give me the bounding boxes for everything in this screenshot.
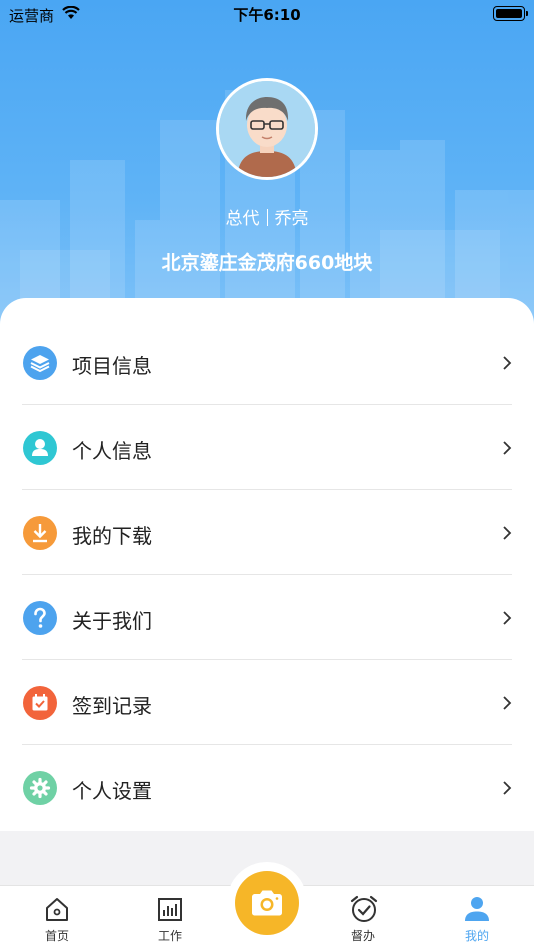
menu-item-project-info[interactable]: 项目信息 [0, 320, 534, 405]
menu-item-personal-info[interactable]: 个人信息 [0, 405, 534, 490]
menu-label: 签到记录 [72, 694, 152, 718]
tab-label: 督办 [350, 929, 375, 943]
menu-item-checkin-records[interactable]: 签到记录 [0, 660, 534, 745]
user-role: 总代 [225, 209, 260, 229]
tab-label: 首页 [44, 929, 69, 943]
menu-label: 关于我们 [72, 609, 152, 633]
layers-icon [23, 346, 57, 380]
status-bar: 运营商 下午6:10 [0, 0, 534, 28]
question-icon [23, 601, 57, 635]
chevron-right-icon [503, 611, 512, 625]
tab-label: 我的 [464, 929, 489, 943]
chevron-right-icon [503, 526, 512, 540]
menu-label: 个人信息 [72, 439, 152, 463]
person-icon [23, 431, 57, 465]
avatar-illustration [219, 81, 315, 177]
avatar[interactable] [216, 78, 318, 180]
menu-label: 项目信息 [72, 354, 152, 378]
clock: 下午6:10 [233, 6, 301, 24]
menu-item-personal-settings[interactable]: 个人设置 [0, 745, 534, 830]
tab-work[interactable]: 工作 [120, 886, 220, 950]
chevron-right-icon [503, 356, 512, 370]
battery-icon [493, 6, 528, 21]
project-name: 北京鎏庄金茂府660地块 [161, 252, 373, 274]
camera-button[interactable] [235, 871, 299, 935]
divider [266, 209, 268, 226]
menu-item-about-us[interactable]: 关于我们 [0, 575, 534, 660]
menu-item-my-downloads[interactable]: 我的下载 [0, 490, 534, 575]
tab-supervise[interactable]: 督办 [313, 886, 413, 950]
home-icon [46, 898, 68, 921]
chevron-right-icon [503, 441, 512, 455]
calendar-check-icon [23, 686, 57, 720]
alarm-check-icon [350, 895, 378, 922]
menu-list: 项目信息 个人信息 我的下载 关于我们 签到记录 个人设置 [0, 298, 534, 831]
user-name: 乔亮 [274, 209, 309, 229]
user-role-name: 总代 乔亮 [0, 204, 534, 229]
menu-label: 我的下载 [72, 524, 152, 548]
chevron-right-icon [503, 696, 512, 710]
gear-icon [23, 771, 57, 805]
user-icon [465, 897, 489, 921]
tab-mine[interactable]: 我的 [427, 886, 527, 950]
download-icon [23, 516, 57, 550]
tab-home[interactable]: 首页 [7, 886, 107, 950]
chart-icon [158, 898, 182, 921]
profile-header: 运营商 下午6:10 总代 乔亮 北京鎏庄金茂府660地块 [0, 0, 534, 330]
menu-label: 个人设置 [72, 779, 152, 803]
tab-label: 工作 [157, 929, 182, 943]
camera-icon [252, 890, 282, 916]
chevron-right-icon [503, 781, 512, 795]
